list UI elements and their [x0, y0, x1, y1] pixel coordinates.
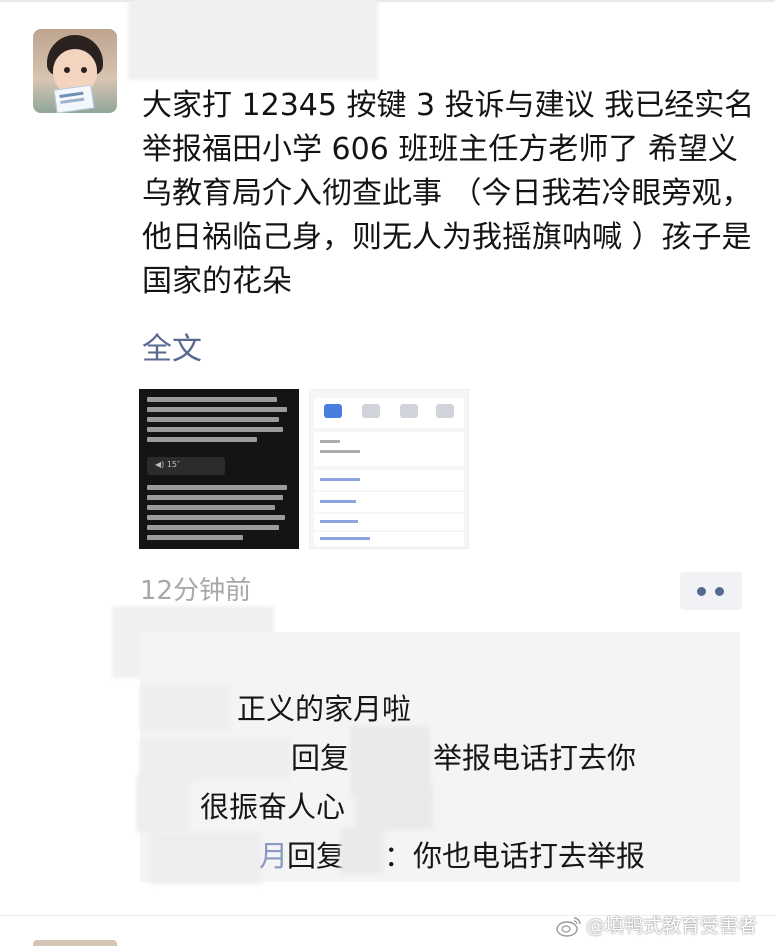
video-icon [400, 404, 418, 418]
post-image-contact-screenshot[interactable] [309, 389, 469, 549]
comment-text[interactable]: 正义的家月啦 [237, 689, 411, 729]
reply-target-redacted[interactable] [340, 828, 384, 874]
post-text: 大家打 12345 按键 3 投诉与建议 我已经实名举报福田小学 606 班班主… [142, 88, 755, 299]
commenter-name-redacted[interactable] [140, 738, 290, 780]
comment-text[interactable]: ：你也电话打去举报 [384, 836, 645, 876]
voice-message-icon: ◀) 15″ [147, 457, 225, 475]
post-image-chat-screenshot[interactable]: ◀) 15″ [139, 389, 299, 549]
post-timestamp: 12分钟前 [140, 576, 252, 606]
more-actions-button[interactable] [680, 572, 742, 610]
weibo-logo-icon [556, 917, 581, 937]
full-text-link[interactable]: 全文 [142, 330, 202, 370]
reply-label: 回复 [287, 839, 346, 873]
reply-label: 回复 [291, 741, 350, 775]
comment-text[interactable]: 很振奋人心 [200, 787, 345, 827]
more-dots-icon [697, 587, 706, 596]
commenter-name-redacted[interactable] [150, 832, 262, 884]
top-divider [0, 0, 775, 2]
commenter-name-redacted[interactable] [140, 686, 230, 730]
phone-icon [362, 404, 380, 418]
commenter-name-fragment[interactable]: 月 [259, 836, 288, 876]
author-avatar[interactable] [33, 29, 117, 113]
watermark-text: @填鸭式教育受害者 [586, 915, 758, 937]
next-post-avatar[interactable] [33, 940, 117, 946]
commenter-name-redacted[interactable] [136, 776, 190, 832]
mail-icon [436, 404, 454, 418]
comment-text[interactable]: 举报电话打去你 [433, 738, 636, 778]
emoji-redacted [355, 784, 433, 830]
author-name-redacted[interactable] [128, 0, 378, 80]
chat-icon [324, 404, 342, 418]
